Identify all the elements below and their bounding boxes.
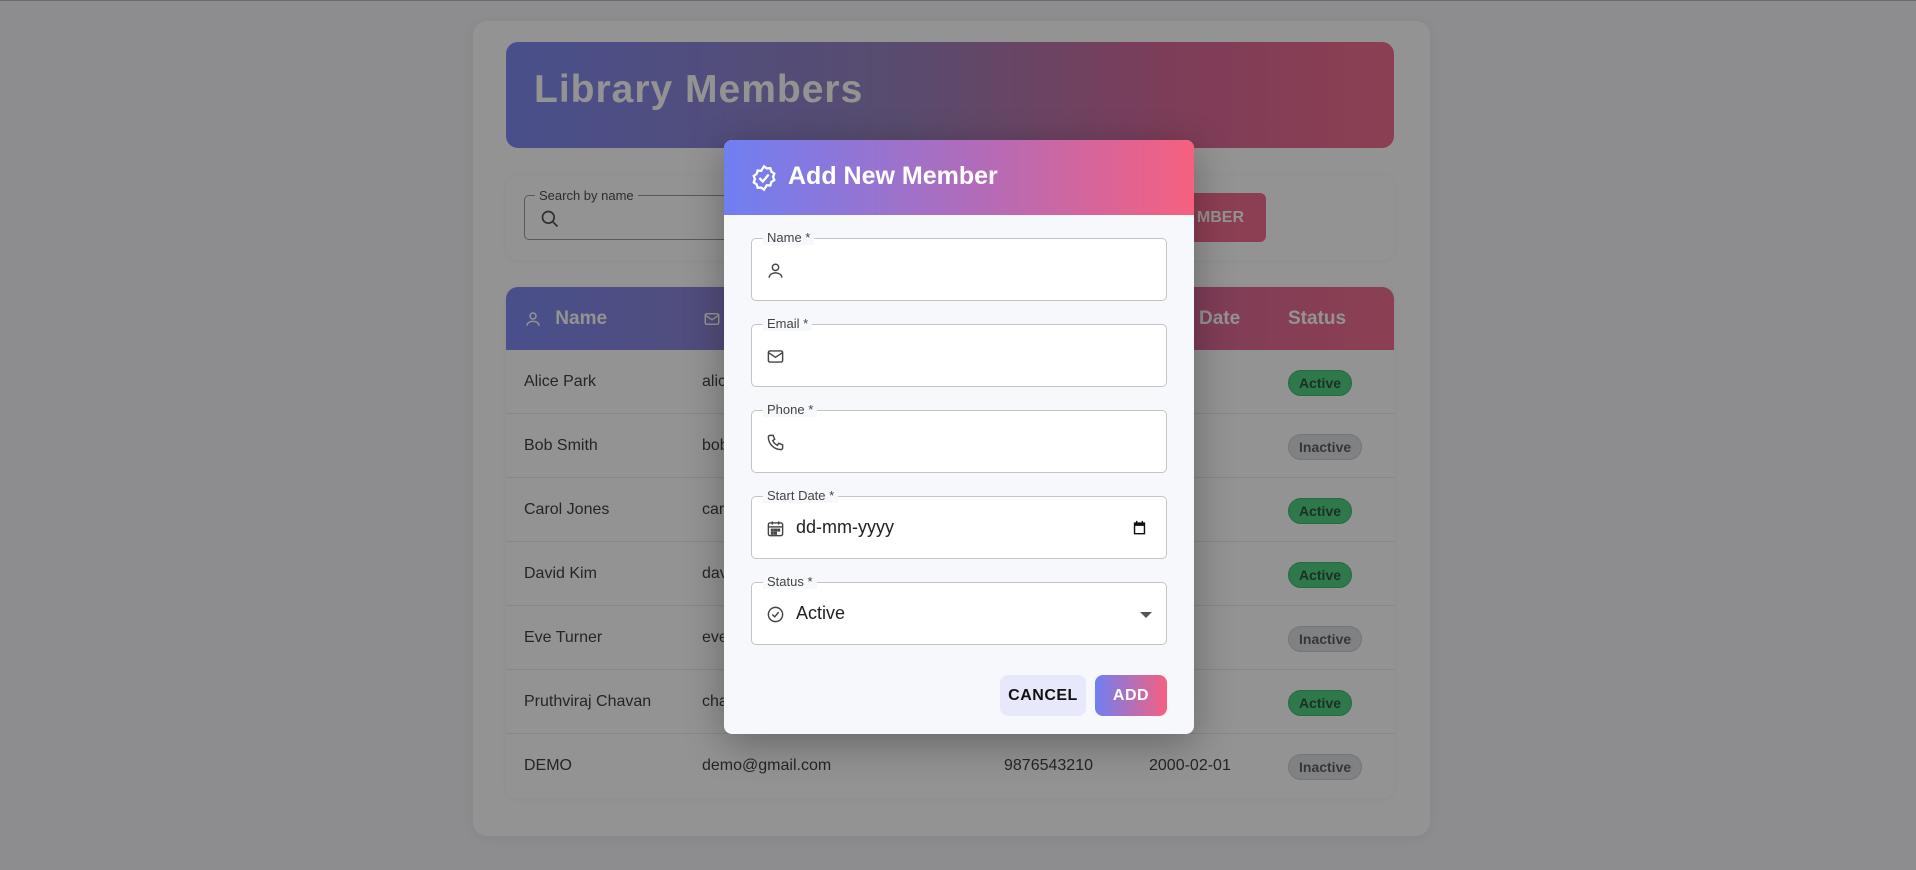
email-label: Email * [763, 316, 813, 331]
chevron-down-icon[interactable] [1140, 612, 1152, 618]
phone-icon [767, 434, 784, 451]
status-value: Active [796, 603, 846, 623]
dialog-title: Add New Member [788, 162, 998, 190]
name-label: Name * [763, 230, 815, 245]
phone-label: Phone * [763, 402, 818, 417]
user-icon [768, 263, 783, 278]
status-label: Status * [763, 574, 817, 589]
start-date-field[interactable]: Start Date * dd-mm-yyyy [751, 488, 1167, 559]
phone-field[interactable]: Phone * [751, 402, 1167, 473]
calendar-icon [767, 521, 784, 537]
cancel-button[interactable]: CANCEL [1000, 675, 1086, 716]
mail-icon [767, 350, 784, 363]
start-date-label: Start Date * [763, 488, 839, 503]
badge-check-icon [752, 164, 776, 192]
dialog-header: Add New Member [724, 140, 1194, 215]
email-field[interactable]: Email * [751, 316, 1167, 387]
calendar-picker-icon[interactable] [1131, 519, 1148, 537]
add-button[interactable]: ADD [1095, 675, 1167, 716]
add-member-dialog: Add New Member Name * Email * Phone * St… [724, 140, 1194, 734]
name-field[interactable]: Name * [751, 230, 1167, 301]
status-select[interactable]: Status * Active [751, 574, 1167, 645]
check-circle-icon [767, 606, 784, 623]
start-date-value: dd-mm-yyyy [796, 517, 894, 537]
